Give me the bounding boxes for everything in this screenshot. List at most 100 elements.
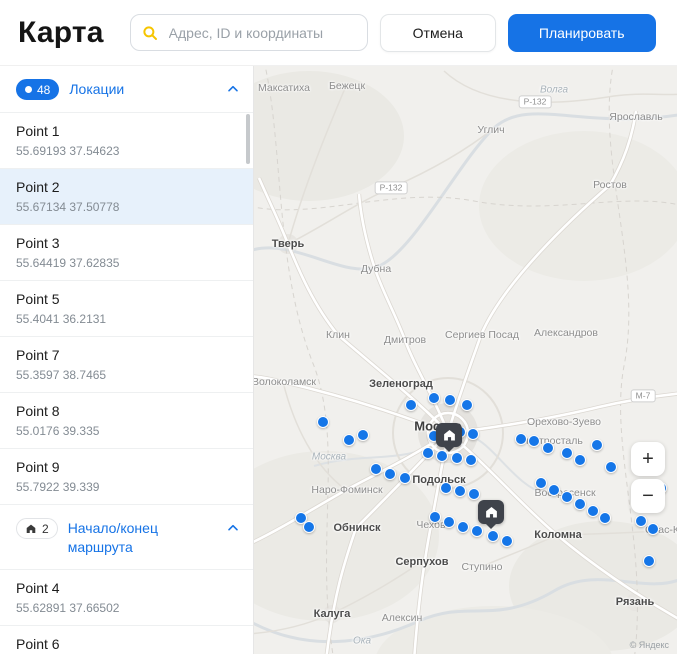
search-input[interactable] bbox=[166, 23, 357, 42]
city-label: Обнинск bbox=[333, 522, 381, 534]
city-label: Зеленоград bbox=[369, 378, 433, 390]
depot-marker[interactable] bbox=[478, 500, 504, 524]
sidebar: 48 Локации Point 1 55.69193 37.54623 Point 2… bbox=[0, 66, 253, 654]
map-marker[interactable] bbox=[357, 429, 369, 441]
zoom-in-button[interactable]: + bbox=[631, 442, 665, 476]
map-marker[interactable] bbox=[643, 555, 655, 567]
chevron-up-icon[interactable] bbox=[225, 81, 241, 97]
map-marker[interactable] bbox=[428, 392, 440, 404]
map-overlay: Максатиха Бежецк Углич Ярославль Ростов Волга… bbox=[254, 66, 677, 654]
city-label: Александров bbox=[534, 327, 598, 339]
map-marker[interactable] bbox=[587, 505, 599, 517]
map-marker[interactable] bbox=[457, 521, 469, 533]
map-marker[interactable] bbox=[468, 488, 480, 500]
point-coords: 55.67134 37.50778 bbox=[16, 200, 120, 214]
map-marker[interactable] bbox=[429, 511, 441, 523]
point-coords: 55.3597 38.7465 bbox=[16, 368, 107, 382]
house-icon bbox=[26, 524, 36, 533]
badge-count: 2 bbox=[42, 521, 49, 536]
map-canvas[interactable]: Максатиха Бежецк Углич Ярославль Ростов Волга… bbox=[253, 66, 677, 654]
map-marker[interactable] bbox=[591, 439, 603, 451]
map-marker[interactable] bbox=[599, 512, 611, 524]
map-marker[interactable] bbox=[465, 454, 477, 466]
list-item[interactable]: Point 2 55.67134 37.50778 bbox=[0, 168, 253, 224]
city-label: Ростов bbox=[593, 179, 627, 191]
city-label: Наро-Фоминск bbox=[311, 484, 383, 496]
road-badge: М-7 bbox=[630, 389, 656, 403]
map-marker[interactable] bbox=[501, 535, 513, 547]
map-marker[interactable] bbox=[467, 428, 479, 440]
map-marker[interactable] bbox=[561, 447, 573, 459]
list-item[interactable]: Point 8 55.0176 39.335 bbox=[0, 392, 253, 448]
zoom-out-button[interactable]: − bbox=[631, 479, 665, 513]
list-item[interactable]: Point 4 55.62891 37.66502 bbox=[0, 569, 253, 625]
search-box[interactable] bbox=[129, 14, 368, 51]
section-label: Начало/конец маршрута bbox=[67, 520, 158, 555]
city-label: Сергиев Посад bbox=[445, 329, 519, 341]
map-marker[interactable] bbox=[443, 516, 455, 528]
map-marker[interactable] bbox=[535, 477, 547, 489]
cancel-button[interactable]: Отмена bbox=[379, 13, 496, 52]
city-label: Ступино bbox=[461, 561, 503, 573]
map-marker[interactable] bbox=[605, 461, 617, 473]
map-marker[interactable] bbox=[370, 463, 382, 475]
city-label: Орехово-Зуево bbox=[527, 416, 601, 428]
point-name: Point 5 bbox=[16, 291, 60, 307]
road-badge: Р-132 bbox=[518, 95, 552, 109]
app-window: Карта Отмена Планировать 48 Локации Point … bbox=[0, 0, 677, 654]
main-area: 48 Локации Point 1 55.69193 37.54623 Point 2… bbox=[0, 65, 677, 654]
map-marker[interactable] bbox=[548, 484, 560, 496]
map-marker[interactable] bbox=[574, 454, 586, 466]
map-marker[interactable] bbox=[561, 491, 573, 503]
badge-count: 48 bbox=[37, 82, 51, 97]
list-item[interactable]: Point 1 55.69193 37.54623 bbox=[0, 112, 253, 168]
city-label: Тверь bbox=[271, 238, 305, 250]
map-marker[interactable] bbox=[461, 399, 473, 411]
map-marker[interactable] bbox=[574, 498, 586, 510]
section-header-route[interactable]: 2 Начало/конец маршрута bbox=[0, 504, 253, 569]
count-badge: 2 bbox=[16, 518, 58, 539]
point-coords: 55.62891 37.66502 bbox=[16, 601, 120, 615]
point-name: Point 9 bbox=[16, 459, 60, 475]
list-item[interactable]: Point 655.1794 38.1425 bbox=[0, 625, 253, 654]
map-marker[interactable] bbox=[444, 394, 456, 406]
map-marker[interactable] bbox=[542, 442, 554, 454]
point-name: Point 8 bbox=[16, 403, 60, 419]
zoom-controls: + − bbox=[631, 442, 665, 513]
map-marker[interactable] bbox=[343, 434, 355, 446]
map-marker[interactable] bbox=[451, 452, 463, 464]
map-marker[interactable] bbox=[317, 416, 329, 428]
map-marker[interactable] bbox=[405, 399, 417, 411]
section-header-locations[interactable]: 48 Локации bbox=[0, 66, 253, 112]
map-marker[interactable] bbox=[471, 525, 483, 537]
map-marker[interactable] bbox=[515, 433, 527, 445]
city-label: Калуга bbox=[313, 608, 351, 620]
depot-marker[interactable] bbox=[436, 423, 462, 447]
list-item[interactable]: Point 3 55.64419 37.62835 bbox=[0, 224, 253, 280]
list-item[interactable]: Point 9 55.7922 39.339 bbox=[0, 448, 253, 504]
dot-icon bbox=[25, 86, 32, 93]
list-item[interactable]: Point 5 55.4041 36.2131 bbox=[0, 280, 253, 336]
point-coords: 55.0176 39.335 bbox=[16, 424, 100, 438]
map-marker[interactable] bbox=[635, 515, 647, 527]
map-marker[interactable] bbox=[528, 435, 540, 447]
map-marker[interactable] bbox=[454, 485, 466, 497]
section-label: Локации bbox=[69, 81, 125, 97]
map-marker[interactable] bbox=[422, 447, 434, 459]
list-item[interactable]: Point 7 55.3597 38.7465 bbox=[0, 336, 253, 392]
city-label: Москва bbox=[311, 451, 347, 463]
city-label: Серпухов bbox=[395, 556, 449, 568]
map-marker[interactable] bbox=[384, 468, 396, 480]
point-name: Point 6 bbox=[16, 636, 60, 652]
page-title: Карта bbox=[18, 15, 104, 49]
header: Карта Отмена Планировать bbox=[0, 0, 677, 65]
map-marker[interactable] bbox=[399, 472, 411, 484]
chevron-up-icon[interactable] bbox=[225, 520, 241, 536]
map-marker[interactable] bbox=[647, 523, 659, 535]
map-marker[interactable] bbox=[440, 482, 452, 494]
map-marker[interactable] bbox=[303, 521, 315, 533]
plan-button[interactable]: Планировать bbox=[507, 13, 656, 52]
search-icon bbox=[143, 25, 157, 40]
map-marker[interactable] bbox=[487, 530, 499, 542]
scrollbar[interactable] bbox=[246, 114, 250, 164]
